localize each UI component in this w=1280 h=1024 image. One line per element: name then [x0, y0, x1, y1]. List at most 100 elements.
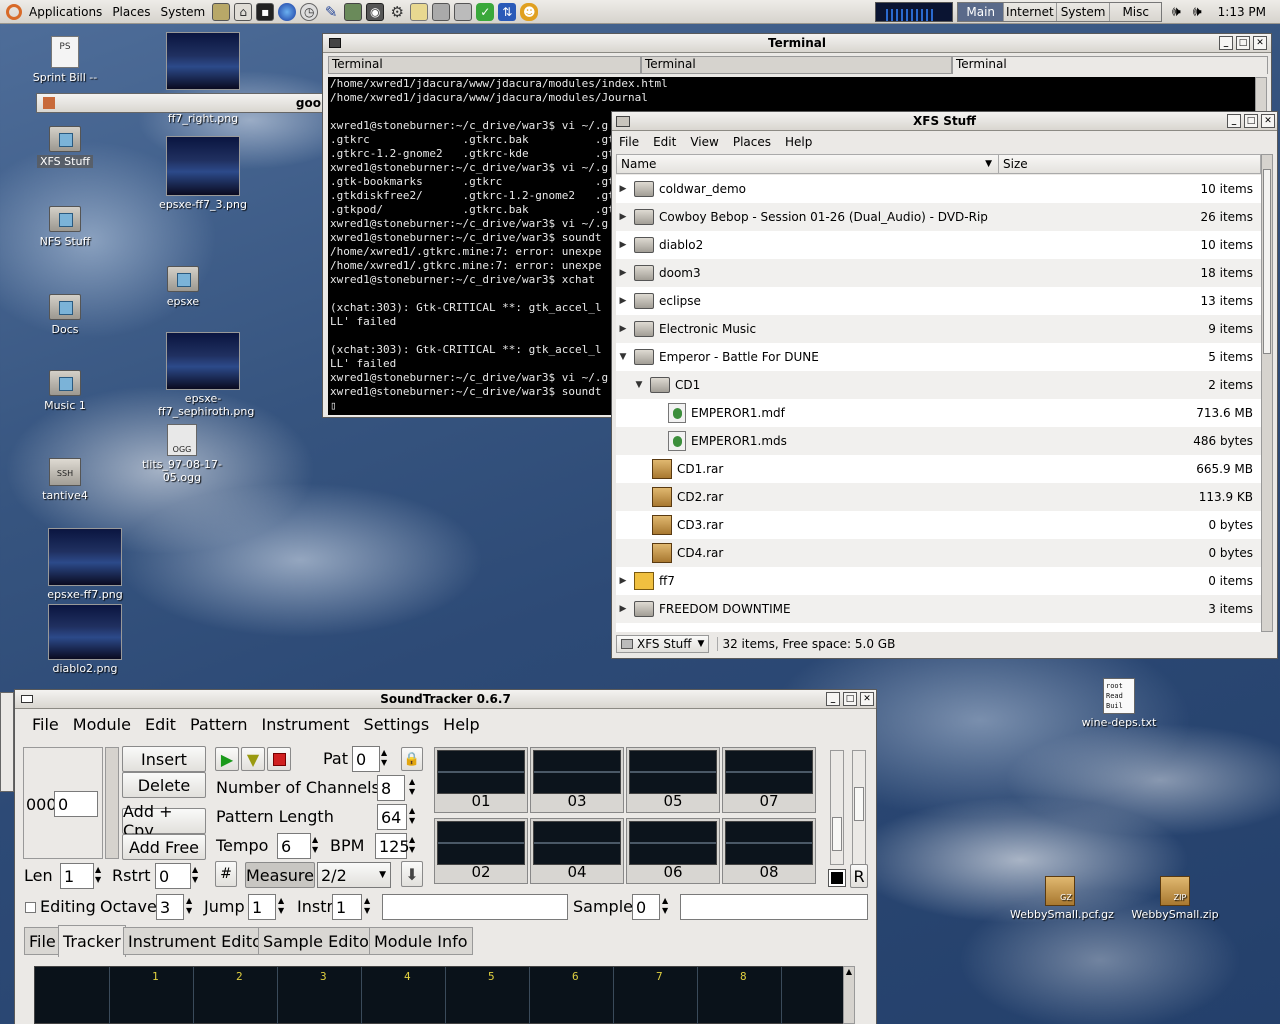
gears-launcher-icon[interactable]: ⚙ [388, 3, 406, 21]
down-arrow-button[interactable]: ⬇ [401, 861, 423, 887]
expander-icon[interactable]: ▶ [616, 296, 630, 306]
menu-file[interactable]: File [612, 135, 646, 149]
scope-channel[interactable]: 02 [434, 818, 528, 884]
desktop-icon-sprint-bill[interactable]: PS Sprint Bill -- Fucked up ? [20, 36, 110, 84]
editing-checkbox[interactable] [25, 902, 36, 913]
list-item[interactable]: EMPEROR1.mdf 713.6 MB [616, 399, 1261, 427]
expander-icon[interactable]: ▶ [616, 604, 630, 614]
feather-launcher-icon[interactable]: ✎ [322, 3, 340, 21]
desktop-icon-epsxe[interactable]: epsxe [138, 266, 228, 308]
insert-button[interactable]: Insert [122, 746, 206, 772]
desktop-icon-webbysmall-pcf-gz[interactable]: GZ WebbySmall.pcf.gz [1008, 876, 1114, 921]
list-item[interactable]: ▶ doom3 18 items [616, 259, 1261, 287]
expander-icon[interactable]: ▶ [616, 240, 630, 250]
instrument-spinner[interactable]: 1 [332, 894, 362, 920]
list-item[interactable]: ▼ CD1 2 items [616, 371, 1261, 399]
list-item[interactable]: ▶ FREEDOM DOWNTIME 3 items [616, 595, 1261, 623]
list-item[interactable]: ▶ eclipse 13 items [616, 287, 1261, 315]
filemanager-titlebar[interactable]: XFS Stuff _ □ ✕ [612, 112, 1277, 131]
person-tray-icon[interactable]: ☻ [520, 2, 539, 21]
add-copy-button[interactable]: Add + Cpy [122, 802, 206, 840]
partial-window-titlebar[interactable]: goo [36, 93, 324, 113]
terminal-tab[interactable]: Terminal [641, 56, 952, 74]
spin-arrows-icon[interactable]: ▲ ▼ [409, 806, 415, 826]
tempo-spinner[interactable]: 6 [277, 833, 311, 859]
workspace-system[interactable]: System [1055, 2, 1110, 21]
scope-channel[interactable]: 03 [530, 747, 624, 813]
scope-channel[interactable]: 07 [722, 747, 816, 813]
browser-launcher-icon[interactable] [278, 2, 297, 21]
desktop-icon-webbysmall-zip[interactable]: ZIP WebbySmall.zip [1130, 876, 1220, 921]
pattern-length-spinner[interactable]: 64 [377, 804, 407, 830]
notes-launcher-icon[interactable] [212, 2, 231, 21]
spin-arrows-icon[interactable]: ▲ ▼ [95, 865, 101, 885]
tracker-scrollbar[interactable]: ▲ [843, 966, 855, 1024]
desktop-icon-epsxe-ff7[interactable]: epsxe-ff7.png [40, 528, 130, 601]
bpm-spinner[interactable]: 125 [375, 833, 410, 859]
disk-launcher-icon[interactable] [454, 2, 473, 21]
list-item[interactable]: ▶ diablo2 10 items [616, 231, 1261, 259]
tab-instrument-editor[interactable]: Instrument Editor [123, 927, 274, 955]
workspace-internet[interactable]: Internet [1003, 2, 1056, 21]
scrollbar-thumb[interactable] [1263, 169, 1271, 354]
list-item[interactable]: CD1.rar 665.9 MB [616, 455, 1261, 483]
instrument-name-input[interactable] [382, 894, 568, 920]
expander-open-icon[interactable]: ▼ [616, 352, 630, 362]
r-button[interactable]: R [850, 864, 868, 888]
tab-tracker[interactable]: Tracker [58, 925, 126, 957]
desktop-icon-epsxe-ff7-sephiroth[interactable]: epsxe-ff7_sephiroth.png [158, 332, 254, 418]
spin-arrows-icon[interactable]: ▲ ▼ [381, 748, 387, 768]
channels-spinner[interactable]: 8 [377, 775, 405, 801]
measure-button[interactable]: Measure [245, 862, 315, 888]
minimize-button[interactable]: _ [1227, 114, 1241, 128]
delete-button[interactable]: Delete [122, 772, 206, 798]
close-button[interactable]: ✕ [1253, 36, 1267, 50]
home-launcher-icon[interactable]: ⌂ [234, 2, 253, 21]
tracker-pattern-view[interactable]: 1 2 3 4 5 6 7 8 [34, 966, 844, 1024]
menu-edit[interactable]: Edit [138, 715, 183, 734]
spin-arrows-icon[interactable]: ▲ ▼ [409, 777, 415, 797]
menu-pattern[interactable]: Pattern [183, 715, 255, 734]
sharp-button[interactable]: # [215, 861, 237, 887]
scope-channel[interactable]: 08 [722, 818, 816, 884]
offscreen-window-edge[interactable] [0, 692, 14, 792]
spin-arrows-icon[interactable]: ▲ ▼ [186, 896, 192, 916]
desktop-icon-wine-deps[interactable]: root Read Buil wine-deps.txt [1074, 678, 1164, 729]
network-tray-icon[interactable]: ⇅ [498, 2, 517, 21]
menu-instrument[interactable]: Instrument [255, 715, 357, 734]
soundtracker-titlebar[interactable]: SoundTracker 0.6.7 _ □ ✕ [15, 690, 876, 709]
position-list-scrollbar[interactable] [105, 747, 119, 859]
spin-arrows-icon[interactable]: ▲ ▼ [364, 896, 370, 916]
network-launcher-icon[interactable] [344, 2, 363, 21]
check-tray-icon[interactable]: ✓ [476, 2, 495, 21]
eraser-launcher-icon[interactable] [410, 2, 429, 21]
workspace-main[interactable]: Main [958, 2, 1004, 21]
position-spinner[interactable]: 0 [54, 791, 98, 817]
menu-help[interactable]: Help [436, 715, 486, 734]
name-column-header[interactable]: Name ▼ [617, 155, 999, 173]
expander-icon[interactable]: ▶ [616, 212, 630, 222]
menu-view[interactable]: View [683, 135, 725, 149]
desktop-icon-diablo2[interactable]: diablo2.png [40, 604, 130, 675]
tab-sample-editor[interactable]: Sample Editor [258, 927, 381, 955]
list-item[interactable]: ▶ ff7 0 items [616, 567, 1261, 595]
spin-arrows-icon[interactable]: ▲ ▼ [192, 865, 198, 885]
menu-applications[interactable]: Applications [29, 5, 102, 19]
workspace-misc[interactable]: Misc [1109, 2, 1161, 21]
tab-module-info[interactable]: Module Info [369, 927, 473, 955]
clock-launcher-icon[interactable]: ◷ [300, 2, 319, 21]
play-song-icon[interactable]: ▶ [215, 747, 239, 771]
desktop-icon-music-1[interactable]: Music 1 [20, 370, 110, 412]
desktop-icon-xfs-stuff[interactable]: XFS Stuff [20, 126, 110, 168]
volume-slider-thumb[interactable] [832, 817, 842, 851]
pitch-slider[interactable] [852, 750, 866, 865]
close-button[interactable]: ✕ [1261, 114, 1275, 128]
menu-module[interactable]: Module [66, 715, 138, 734]
spin-arrows-icon[interactable]: ▲ ▼ [278, 896, 284, 916]
menu-places[interactable]: Places [726, 135, 778, 149]
location-dropdown[interactable]: XFS Stuff ▼ [616, 635, 710, 653]
list-item[interactable]: ▶ Cowboy Bebop - Session 01-26 (Dual_Audi… [616, 203, 1261, 231]
clock[interactable]: 1:13 PM [1218, 5, 1266, 19]
pattern-spinner[interactable]: 0 [352, 746, 380, 772]
list-item[interactable]: CD2.rar 113.9 KB [616, 483, 1261, 511]
